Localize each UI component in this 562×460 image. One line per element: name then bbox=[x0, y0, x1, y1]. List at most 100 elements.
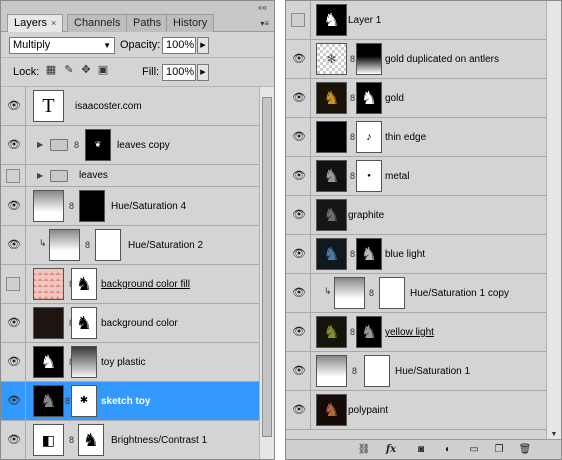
layer-row[interactable]: 👁 8 ♪ thin edge bbox=[286, 118, 561, 157]
layer-mask-thumbnail[interactable] bbox=[71, 346, 97, 378]
layer-mask-thumbnail[interactable]: ♞ bbox=[356, 238, 382, 270]
visibility-cell[interactable]: 👁 bbox=[286, 118, 311, 156]
layer-row[interactable]: 👁 8 Hue/Saturation 4 bbox=[1, 187, 274, 226]
eye-icon[interactable]: 👁 bbox=[7, 317, 21, 329]
visibility-cell[interactable]: 👁 bbox=[286, 313, 311, 351]
visibility-off-box[interactable] bbox=[291, 13, 305, 27]
layer-row[interactable]: 👁 8 Hue/Saturation 1 bbox=[286, 352, 561, 391]
visibility-cell[interactable]: 👁 bbox=[1, 304, 26, 342]
layer-name[interactable]: Brightness/Contrast 1 bbox=[111, 421, 207, 459]
opacity-field[interactable]: 100% bbox=[162, 37, 196, 54]
tab-channels[interactable]: Channels bbox=[67, 14, 128, 32]
layer-name[interactable]: isaacoster.com bbox=[75, 87, 142, 126]
opacity-slider-arrow-icon[interactable]: ▶ bbox=[197, 37, 209, 54]
layer-name[interactable]: Hue/Saturation 4 bbox=[111, 187, 186, 226]
layer-mask-thumbnail[interactable]: ♞ bbox=[71, 268, 97, 300]
layer-row[interactable]: 👁 ♞ 8 ♞ blue light bbox=[286, 235, 561, 274]
visibility-cell[interactable] bbox=[1, 265, 26, 303]
link-chain-icon[interactable]: 8 bbox=[85, 240, 91, 250]
layer-row[interactable]: 👁 ♞ polypaint bbox=[286, 391, 561, 430]
panel-menu-icon[interactable]: ▾≡ bbox=[260, 19, 269, 28]
layer-name[interactable]: sketch toy bbox=[101, 382, 150, 421]
layer-row[interactable]: 👁 ↳ 8 Hue/Saturation 2 bbox=[1, 226, 274, 265]
visibility-cell[interactable]: 👁 bbox=[1, 343, 26, 381]
layer-mask-thumbnail[interactable]: ♞ bbox=[356, 82, 382, 114]
eye-icon[interactable]: 👁 bbox=[7, 200, 21, 212]
layer-name[interactable]: polypaint bbox=[348, 391, 388, 430]
trash-icon[interactable]: 🗑 bbox=[518, 443, 532, 457]
layer-row[interactable]: 👁 ♞ 8 ♞ yellow light bbox=[286, 313, 561, 352]
layer-mask-thumbnail[interactable] bbox=[95, 229, 121, 261]
layer-name[interactable]: blue light bbox=[385, 235, 425, 274]
layer-row[interactable]: 👁 ▶ 8 ❦ leaves copy bbox=[1, 126, 274, 165]
tab-layers[interactable]: Layers × bbox=[7, 14, 64, 33]
layer-row[interactable]: 👁 T isaacoster.com bbox=[1, 87, 274, 126]
eye-icon[interactable]: 👁 bbox=[7, 139, 21, 151]
layer-name[interactable]: background color bbox=[101, 304, 178, 343]
visibility-cell[interactable]: 👁 bbox=[286, 196, 311, 234]
eye-icon[interactable]: 👁 bbox=[7, 356, 21, 368]
visibility-cell[interactable]: 👁 bbox=[286, 40, 311, 78]
layer-mask-thumbnail[interactable] bbox=[364, 355, 390, 387]
layer-name[interactable]: yellow light bbox=[385, 313, 434, 352]
layer-name[interactable]: Layer 1 bbox=[348, 1, 381, 40]
layer-mask-thumbnail[interactable]: ❦ bbox=[85, 129, 111, 161]
fill-field[interactable]: 100% bbox=[162, 64, 196, 81]
lock-all-padlock-icon[interactable]: ▣ bbox=[97, 64, 109, 76]
eye-icon[interactable]: 👁 bbox=[292, 170, 306, 182]
adjustment-layer-icon[interactable]: ◐ bbox=[441, 443, 455, 457]
layer-mask-thumbnail[interactable]: ♞ bbox=[78, 424, 104, 456]
layer-mask-thumbnail[interactable]: ♪ bbox=[356, 121, 382, 153]
visibility-cell[interactable] bbox=[286, 1, 311, 39]
link-layers-icon[interactable]: ⛓ bbox=[357, 443, 371, 457]
new-layer-icon[interactable]: ❐ bbox=[492, 443, 506, 457]
layer-mask-thumbnail[interactable]: ✱ bbox=[71, 385, 97, 417]
layer-row[interactable]: 8 ♞ background color fill bbox=[1, 265, 274, 304]
eye-icon[interactable]: 👁 bbox=[292, 92, 306, 104]
visibility-cell[interactable]: 👁 bbox=[286, 352, 311, 390]
new-group-folder-icon[interactable]: ▭ bbox=[467, 443, 481, 457]
visibility-cell[interactable]: 👁 bbox=[286, 391, 311, 429]
visibility-cell[interactable]: 👁 bbox=[286, 79, 311, 117]
eye-icon[interactable]: 👁 bbox=[292, 287, 306, 299]
layer-row[interactable]: ▶ leaves bbox=[1, 165, 274, 187]
layer-name[interactable]: leaves copy bbox=[117, 126, 170, 165]
tab-history[interactable]: History bbox=[166, 14, 215, 32]
tab-paths[interactable]: Paths bbox=[126, 14, 169, 32]
layer-row[interactable]: ♞ Layer 1 bbox=[286, 1, 561, 40]
link-chain-icon[interactable]: 8 bbox=[74, 140, 80, 150]
visibility-cell[interactable] bbox=[1, 165, 26, 186]
layer-name[interactable]: background color fill bbox=[101, 265, 190, 304]
visibility-off-box[interactable] bbox=[6, 277, 20, 291]
expand-triangle-icon[interactable]: ▶ bbox=[37, 140, 43, 149]
visibility-cell[interactable]: 👁 bbox=[286, 157, 311, 195]
eye-icon[interactable]: 👁 bbox=[292, 365, 306, 377]
visibility-cell[interactable]: 👁 bbox=[286, 274, 311, 312]
fill-slider-arrow-icon[interactable]: ▶ bbox=[197, 64, 209, 81]
add-mask-icon[interactable]: ◙ bbox=[414, 443, 428, 457]
eye-icon[interactable]: 👁 bbox=[292, 53, 306, 65]
eye-icon[interactable]: 👁 bbox=[292, 326, 306, 338]
layer-name[interactable]: Hue/Saturation 2 bbox=[128, 226, 203, 265]
layer-row[interactable]: 👁 8 ♞ background color bbox=[1, 304, 274, 343]
tab-close-icon[interactable]: × bbox=[51, 18, 56, 28]
eye-icon[interactable]: 👁 bbox=[7, 434, 21, 446]
visibility-cell[interactable]: 👁 bbox=[1, 126, 26, 164]
visibility-cell[interactable]: 👁 bbox=[1, 187, 26, 225]
layer-mask-thumbnail[interactable] bbox=[379, 277, 405, 309]
link-chain-icon[interactable]: 8 bbox=[69, 435, 75, 445]
layer-row[interactable]: 👁 ♞ 8 toy plastic bbox=[1, 343, 274, 382]
layers-scrollbar[interactable]: ▼ bbox=[546, 1, 561, 441]
fx-icon[interactable]: fx bbox=[384, 443, 398, 457]
layers-scrollbar[interactable] bbox=[259, 87, 274, 459]
layer-row[interactable]: 👁 ↳ 8 Hue/Saturation 1 copy bbox=[286, 274, 561, 313]
visibility-cell[interactable]: 👁 bbox=[1, 421, 26, 459]
layer-name[interactable]: Hue/Saturation 1 bbox=[395, 352, 470, 391]
layer-name[interactable]: thin edge bbox=[385, 118, 426, 157]
layer-mask-thumbnail[interactable]: ♞ bbox=[71, 307, 97, 339]
layer-row[interactable]: 👁 ♞ graphite bbox=[286, 196, 561, 235]
layer-mask-thumbnail[interactable]: ● bbox=[356, 160, 382, 192]
layer-name[interactable]: Hue/Saturation 1 copy bbox=[410, 274, 509, 313]
visibility-cell[interactable]: 👁 bbox=[1, 87, 26, 125]
layer-name[interactable]: metal bbox=[385, 157, 409, 196]
